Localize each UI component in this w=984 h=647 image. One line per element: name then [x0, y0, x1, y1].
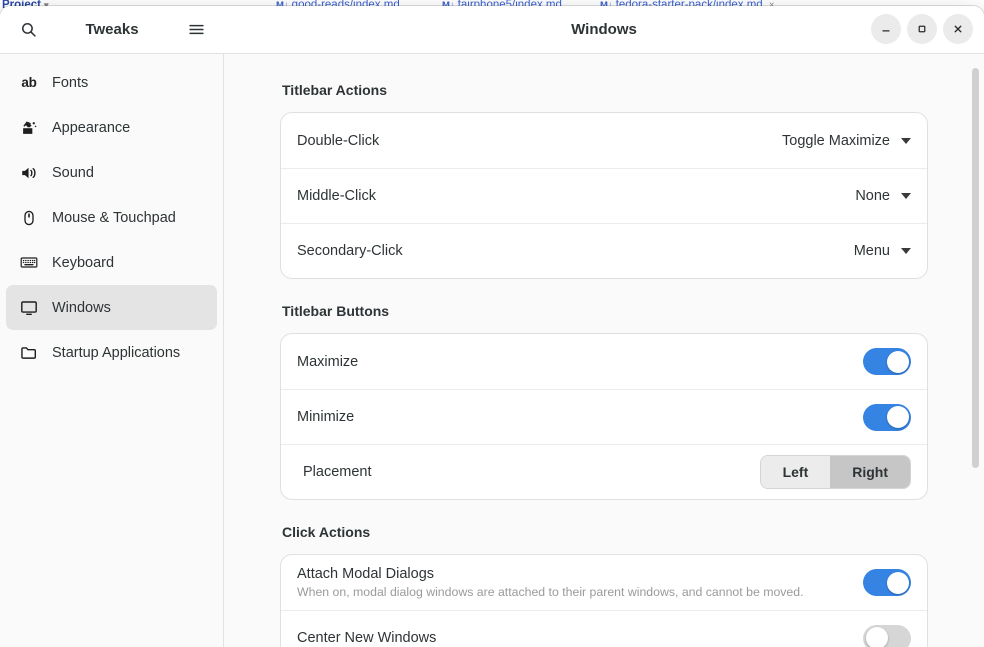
toggle-knob	[886, 350, 909, 373]
row-label: Maximize	[297, 353, 359, 370]
sidebar-item-windows[interactable]: Windows	[6, 285, 217, 330]
row-text-block: Attach Modal Dialogs When on, modal dial…	[297, 555, 804, 610]
middle-click-dropdown[interactable]: None	[855, 188, 911, 204]
row-minimize[interactable]: Minimize	[281, 389, 927, 444]
page-title: Windows	[571, 21, 637, 38]
dropdown-value: Toggle Maximize	[782, 132, 890, 149]
toggle-knob	[886, 406, 909, 428]
row-subtitle: When on, modal dialog windows are attach…	[297, 585, 804, 599]
row-label: Secondary-Click	[297, 243, 403, 259]
sidebar-header: Tweaks	[0, 6, 224, 54]
window-controls	[871, 14, 973, 44]
toggle-knob	[865, 627, 888, 647]
sidebar-item-label: Appearance	[52, 119, 131, 136]
search-icon[interactable]	[12, 14, 44, 46]
secondary-click-dropdown[interactable]: Menu	[854, 243, 911, 259]
center-new-windows-toggle[interactable]	[863, 624, 911, 647]
maximize-button[interactable]	[907, 14, 937, 44]
sidebar-item-label: Sound	[52, 164, 94, 181]
font-ab-icon: ab	[21, 75, 37, 90]
settings-content: Titlebar Actions Double-Click Toggle Max…	[224, 54, 984, 647]
chevron-down-icon	[901, 137, 911, 144]
close-button[interactable]	[943, 14, 973, 44]
chevron-down-icon	[901, 248, 911, 254]
sidebar-item-label: Keyboard	[52, 254, 115, 271]
mouse-icon	[20, 209, 38, 227]
placement-option-right[interactable]: Right	[830, 456, 910, 488]
sidebar-item-label: Fonts	[52, 74, 89, 91]
vertical-scrollbar[interactable]	[972, 68, 979, 468]
minimize-button[interactable]	[871, 14, 901, 44]
attach-modal-dialogs-toggle[interactable]	[863, 569, 911, 596]
sidebar-item-mouse-touchpad[interactable]: Mouse & Touchpad	[6, 195, 217, 240]
monitor-icon	[20, 299, 38, 317]
window-body: ab Fonts Appearance Sound Mouse & Touchp…	[0, 54, 984, 647]
click-actions-card: Attach Modal Dialogs When on, modal dial…	[280, 554, 928, 647]
sidebar-item-label: Windows	[52, 299, 111, 316]
hamburger-menu-icon[interactable]	[180, 14, 212, 46]
row-center-new-windows[interactable]: Center New Windows	[281, 610, 927, 647]
dropdown-value: None	[855, 188, 890, 204]
chevron-down-icon	[901, 193, 911, 199]
titlebar-actions-card: Double-Click Toggle Maximize Middle-Clic…	[280, 112, 928, 279]
sidebar-item-fonts[interactable]: ab Fonts	[6, 60, 217, 105]
keyboard-icon	[20, 254, 38, 272]
row-attach-modal-dialogs[interactable]: Attach Modal Dialogs When on, modal dial…	[281, 555, 927, 610]
folder-icon	[20, 344, 38, 362]
sidebar-item-label: Startup Applications	[52, 344, 181, 361]
row-label: Attach Modal Dialogs	[297, 566, 435, 582]
sidebar-item-keyboard[interactable]: Keyboard	[6, 240, 217, 285]
dropdown-value: Menu	[853, 243, 890, 259]
row-secondary-click[interactable]: Secondary-Click Menu	[281, 223, 927, 278]
row-double-click[interactable]: Double-Click Toggle Maximize	[281, 113, 927, 168]
row-label: Middle-Click	[297, 188, 376, 204]
sidebar-item-label: Mouse & Touchpad	[52, 209, 176, 226]
window-headerbar: Tweaks Windows	[0, 6, 984, 54]
sidebar-item-startup-applications[interactable]: Startup Applications	[6, 330, 217, 375]
app-title: Tweaks	[85, 21, 139, 38]
row-middle-click[interactable]: Middle-Click None	[281, 168, 927, 223]
section-title-titlebar-actions: Titlebar Actions	[282, 82, 388, 98]
minimize-toggle[interactable]	[863, 403, 911, 431]
settings-scroll-area: Titlebar Actions Double-Click Toggle Max…	[224, 54, 984, 647]
placement-option-left[interactable]: Left	[760, 456, 831, 488]
maximize-toggle[interactable]	[863, 348, 911, 375]
content-header: Windows	[224, 6, 984, 54]
double-click-dropdown[interactable]: Toggle Maximize	[782, 133, 911, 149]
speaker-icon	[20, 164, 38, 182]
row-placement: Placement Left Right	[281, 444, 927, 499]
sidebar: ab Fonts Appearance Sound Mouse & Touchp…	[0, 54, 224, 647]
row-label: Center New Windows	[297, 630, 437, 646]
section-title-click-actions: Click Actions	[282, 524, 371, 540]
appearance-icon	[20, 119, 38, 137]
sidebar-item-appearance[interactable]: Appearance	[6, 105, 217, 150]
placement-segmented-control: Left Right	[759, 455, 911, 489]
row-label: Double-Click	[297, 132, 380, 149]
row-label: Minimize	[297, 409, 355, 425]
row-maximize[interactable]: Maximize	[281, 334, 927, 389]
section-title-titlebar-buttons: Titlebar Buttons	[282, 303, 390, 319]
titlebar-buttons-card: Maximize Minimize Placement Left Right	[280, 333, 928, 500]
sidebar-item-sound[interactable]: Sound	[6, 150, 217, 195]
row-label: Placement	[303, 464, 372, 480]
toggle-knob	[886, 571, 909, 594]
tweaks-window: Tweaks Windows ab Fonts Appearance Sound…	[0, 6, 984, 647]
